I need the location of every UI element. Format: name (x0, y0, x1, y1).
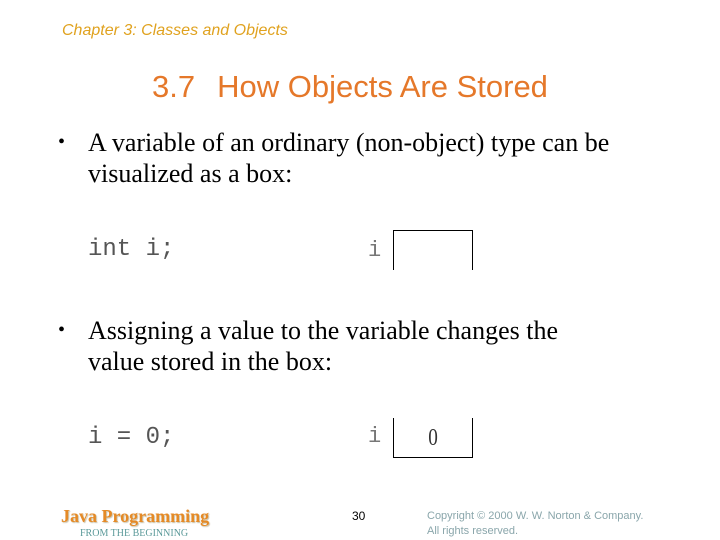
bullet-icon: • (58, 131, 66, 153)
section-number: 3.7 (152, 69, 196, 104)
code-declaration: int i; (88, 236, 175, 263)
variable-box-assigned: 0 (393, 418, 473, 458)
bullet-text-line: Assigning a value to the variable change… (88, 316, 559, 345)
footer-brand-logo: Java Programming (61, 506, 210, 526)
chapter-heading: Chapter 3: Classes and Objects (62, 22, 288, 39)
bullet-point: • Assigning a value to the variable chan… (58, 315, 558, 377)
bullet-point: • A variable of an ordinary (non-object)… (58, 127, 609, 189)
slide-title: 3.7 How Objects Are Stored (152, 69, 548, 105)
variable-label: i (368, 424, 382, 449)
bullet-text-line: A variable of an ordinary (non-object) t… (88, 128, 610, 157)
section-title: How Objects Are Stored (217, 69, 548, 104)
bullet-text-line: value stored in the box: (88, 347, 333, 376)
footer-brand-subtitle: FROM THE BEGINNING (80, 528, 189, 539)
variable-box-empty (393, 230, 473, 270)
copyright-notice: Copyright © 2000 W. W. Norton & Company.… (427, 509, 643, 539)
copyright-line: All rights reserved. (427, 525, 519, 537)
slide: Chapter 3: Classes and Objects 3.7 How Ob… (0, 0, 720, 540)
bullet-text-line: visualized as a box: (88, 159, 293, 188)
bullet-icon: • (58, 319, 66, 341)
copyright-line: Copyright © 2000 W. W. Norton & Company. (427, 510, 644, 522)
code-assignment: i = 0; (88, 424, 175, 451)
page-number: 30 (352, 509, 366, 523)
variable-label: i (368, 238, 382, 263)
box-value: 0 (428, 425, 438, 451)
